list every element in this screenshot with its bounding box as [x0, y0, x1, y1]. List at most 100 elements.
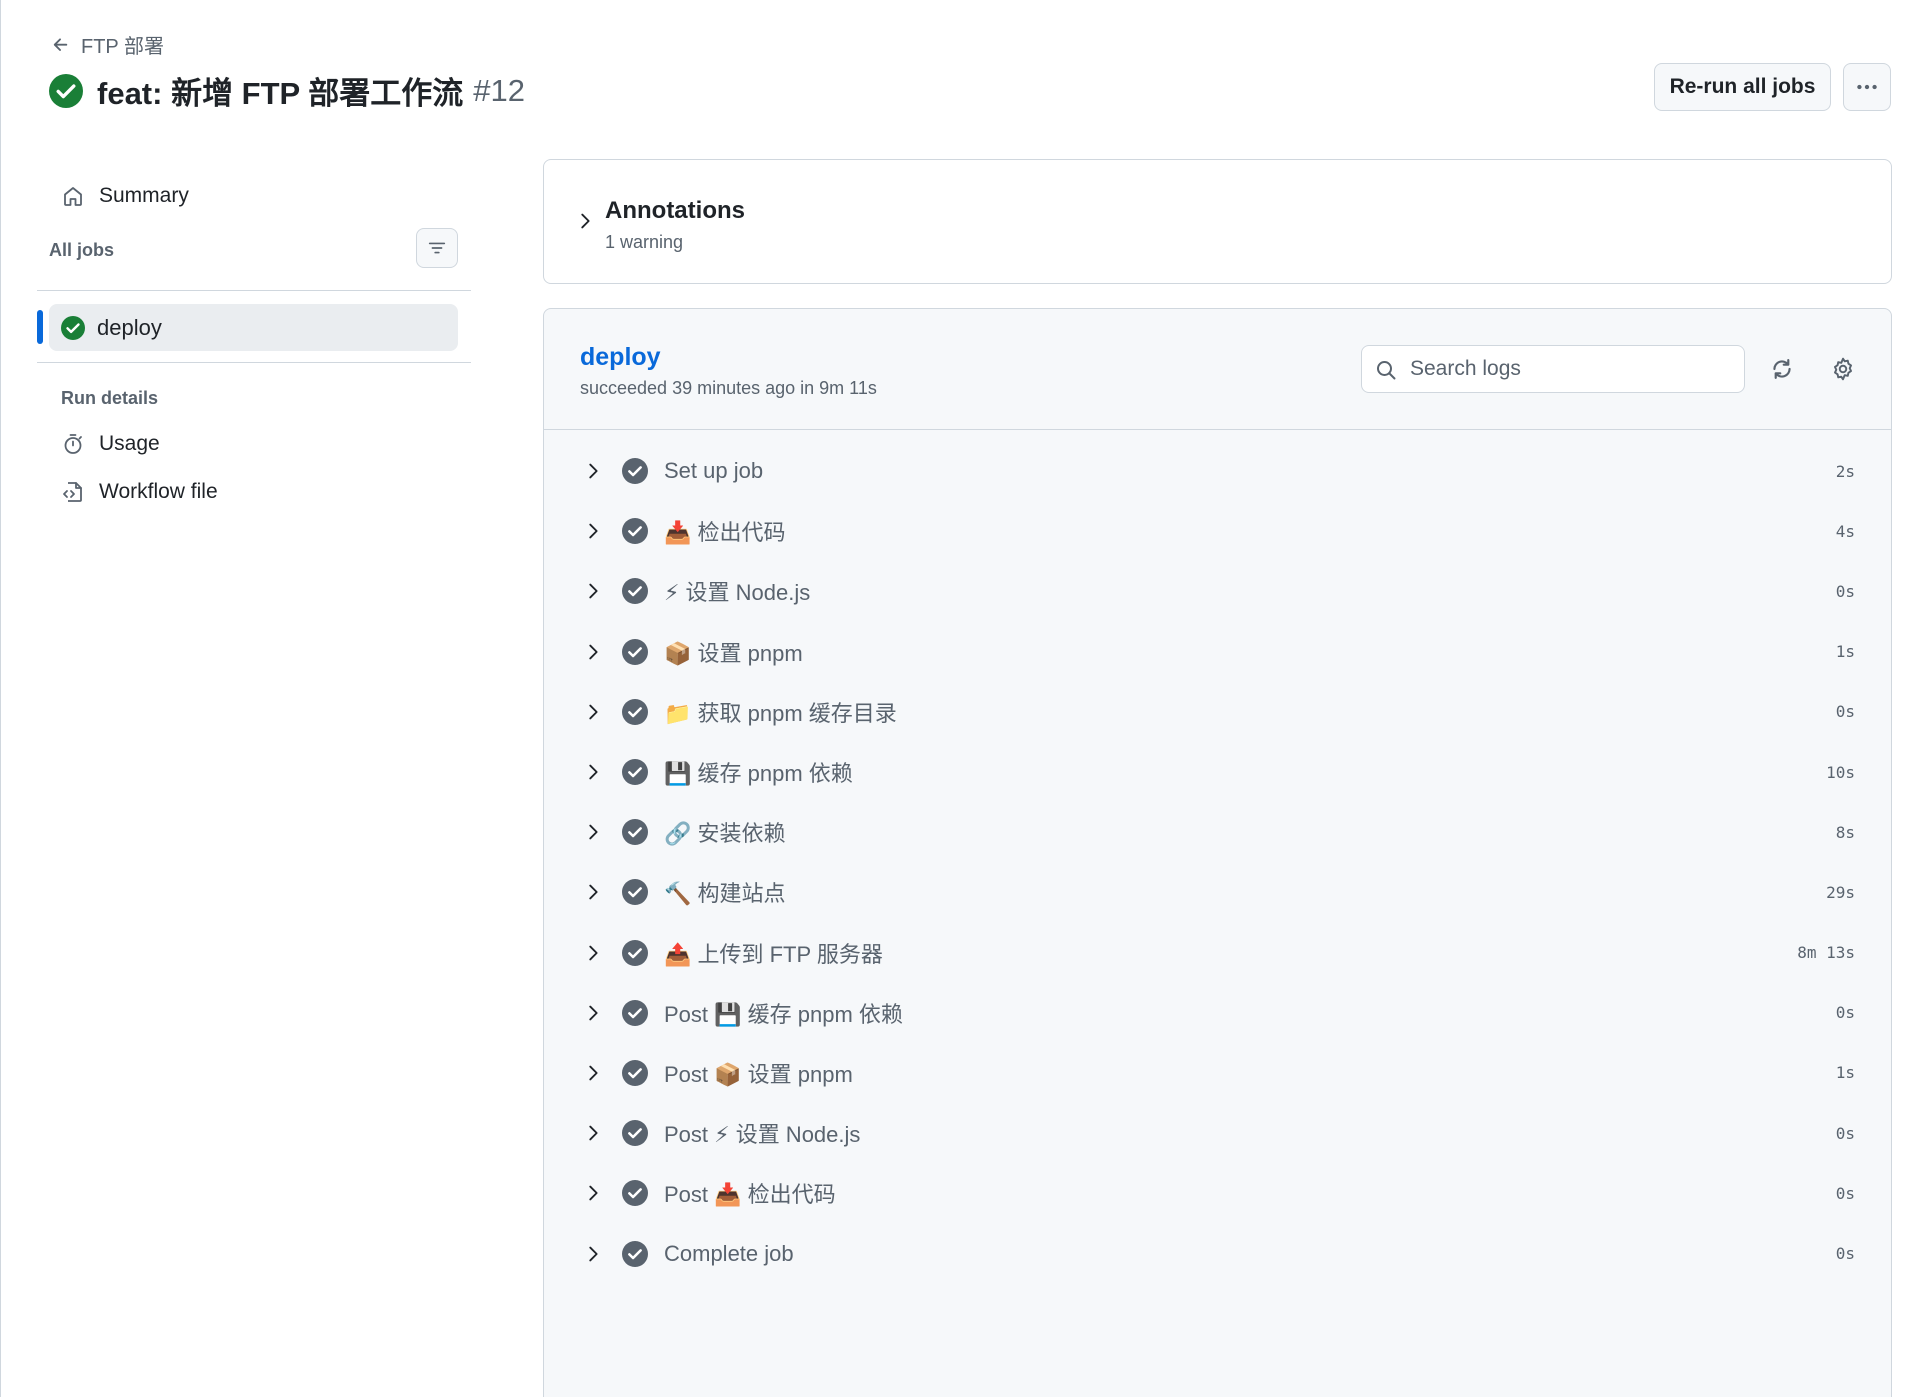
job-step-row[interactable]: 📦 设置 pnpm 1s — [544, 622, 1891, 682]
job-step-row[interactable]: Set up job 2s — [544, 441, 1891, 501]
step-label: Post 📥 检出代码 — [664, 1182, 836, 1208]
kebab-horizontal-icon — [1857, 84, 1877, 90]
job-status-text: succeeded 39 minutes ago in 9m 11s — [580, 378, 877, 398]
check-circle-success-icon — [61, 315, 85, 340]
job-step-row[interactable]: 🔨 构建站点 29s — [544, 862, 1891, 922]
run-title: feat: 新增 FTP 部署工作流 #12 — [49, 68, 525, 113]
annotations-count: 1 warning — [605, 232, 684, 252]
job-step-row[interactable]: 📤 上传到 FTP 服务器 8m 13s — [544, 923, 1891, 983]
all-jobs-heading: All jobs — [49, 240, 115, 260]
check-circle-fill-icon — [622, 939, 648, 966]
sidebar-item-deploy[interactable]: deploy — [49, 304, 458, 351]
divider — [37, 362, 471, 363]
job-step-row[interactable]: Complete job 0s — [544, 1223, 1891, 1283]
home-icon — [64, 187, 82, 206]
check-circle-fill-icon — [622, 1240, 648, 1267]
chevron-right-icon — [589, 704, 598, 720]
chevron-right-icon — [589, 764, 598, 780]
job-header: deploy succeeded 39 minutes ago in 9m 11… — [544, 309, 1891, 430]
check-circle-fill-icon — [622, 879, 648, 906]
selected-indicator — [37, 310, 43, 344]
run-number: #12 — [473, 72, 526, 108]
step-label: 📤 上传到 FTP 服务器 — [664, 941, 883, 967]
sidebar-item-summary[interactable]: Summary — [61, 184, 189, 208]
annotations-panel[interactable]: Annotations 1 warning — [543, 159, 1892, 284]
sidebar-item-label: deploy — [97, 314, 162, 340]
check-circle-fill-icon — [622, 819, 648, 846]
chevron-right-icon — [589, 1186, 598, 1201]
job-step-row[interactable]: 📁 获取 pnpm 缓存目录 0s — [544, 682, 1891, 742]
check-circle-fill-icon — [622, 638, 648, 665]
check-circle-fill-icon — [622, 999, 648, 1026]
chevron-right-icon — [589, 824, 598, 840]
job-step-row[interactable]: Post 💾 缓存 pnpm 依赖 0s — [544, 983, 1891, 1043]
filter-jobs-button[interactable] — [416, 228, 458, 268]
step-duration: 2s — [1835, 461, 1855, 481]
step-duration: 0s — [1835, 1003, 1855, 1023]
step-duration: 0s — [1835, 702, 1855, 722]
chevron-right-icon — [589, 523, 598, 539]
check-circle-fill-icon — [622, 578, 648, 605]
check-circle-fill-icon — [622, 1180, 648, 1207]
job-name-link[interactable]: deploy — [580, 343, 661, 372]
job-step-row[interactable]: 🔗 安装依赖 8s — [544, 802, 1891, 862]
job-step-row[interactable]: Post ⚡ 设置 Node.js 0s — [544, 1103, 1891, 1163]
step-duration: 0s — [1835, 1183, 1855, 1203]
chevron-right-icon — [589, 584, 598, 599]
arrow-left-icon — [53, 37, 68, 51]
step-label: Post 📦 设置 pnpm — [664, 1061, 853, 1087]
step-duration: 0s — [1835, 1123, 1855, 1143]
job-step-row[interactable]: 💾 缓存 pnpm 依赖 10s — [544, 742, 1891, 802]
check-circle-fill-icon — [622, 698, 648, 725]
step-duration: 8s — [1835, 822, 1855, 842]
annotations-title: Annotations — [605, 197, 745, 224]
step-label: 📥 检出代码 — [664, 520, 786, 546]
check-circle-success-icon — [49, 73, 83, 108]
sidebar-item-label: Workflow file — [99, 480, 218, 503]
check-circle-fill-icon — [622, 518, 648, 545]
file-code-icon — [63, 482, 82, 502]
step-duration: 1s — [1835, 642, 1855, 662]
job-step-row[interactable]: Post 📥 检出代码 0s — [544, 1163, 1891, 1223]
sidebar-item-workflow-file[interactable]: Workflow file — [61, 480, 218, 504]
back-link-label: FTP 部署 — [81, 36, 164, 58]
rerun-all-jobs-button[interactable]: Re-run all jobs — [1654, 63, 1831, 111]
job-step-row[interactable]: Post 📦 设置 pnpm 1s — [544, 1043, 1891, 1103]
step-duration: 0s — [1835, 1244, 1855, 1264]
back-link[interactable]: FTP 部署 — [51, 30, 164, 59]
chevron-right-icon — [589, 644, 598, 659]
sidebar-item-label: Usage — [99, 432, 160, 455]
check-circle-fill-icon — [622, 759, 648, 786]
more-options-button[interactable] — [1843, 63, 1891, 111]
job-steps-list: Set up job 2s 📥 检出代码 4s ⚡ 设置 Node.js 0s 📦 设置 p… — [544, 441, 1891, 1284]
check-circle-fill-icon — [622, 1120, 648, 1147]
step-label: Set up job — [664, 458, 764, 484]
chevron-right-icon — [589, 885, 598, 900]
step-label: 🔗 安装依赖 — [664, 821, 786, 847]
chevron-right-icon — [589, 1246, 598, 1261]
search-logs-input[interactable] — [1362, 346, 1744, 392]
job-step-row[interactable]: ⚡ 设置 Node.js 0s — [544, 561, 1891, 621]
step-duration: 8m 13s — [1797, 943, 1855, 963]
log-settings-button[interactable] — [1827, 353, 1859, 385]
step-duration: 0s — [1835, 581, 1855, 601]
filter-icon — [428, 242, 446, 254]
refresh-button[interactable] — [1766, 353, 1798, 385]
check-circle-fill-icon — [622, 1059, 648, 1086]
run-title-text: feat: 新增 FTP 部署工作流 — [97, 76, 464, 111]
job-step-row[interactable]: 📥 检出代码 4s — [544, 501, 1891, 561]
step-label: Complete job — [664, 1240, 794, 1266]
search-icon — [1377, 361, 1396, 380]
chevron-right-icon — [589, 1065, 598, 1081]
step-label: Post ⚡ 设置 Node.js — [664, 1122, 861, 1148]
step-duration: 10s — [1826, 762, 1855, 782]
step-duration: 1s — [1835, 1063, 1855, 1083]
step-duration: 4s — [1835, 521, 1855, 541]
step-label: 💾 缓存 pnpm 依赖 — [664, 761, 853, 787]
divider — [37, 290, 471, 291]
step-label: 📦 设置 pnpm — [664, 640, 803, 666]
search-logs-box[interactable] — [1361, 345, 1745, 393]
chevron-right-icon — [589, 945, 598, 960]
chevron-right-icon — [589, 463, 598, 479]
sidebar-item-usage[interactable]: Usage — [61, 432, 160, 456]
